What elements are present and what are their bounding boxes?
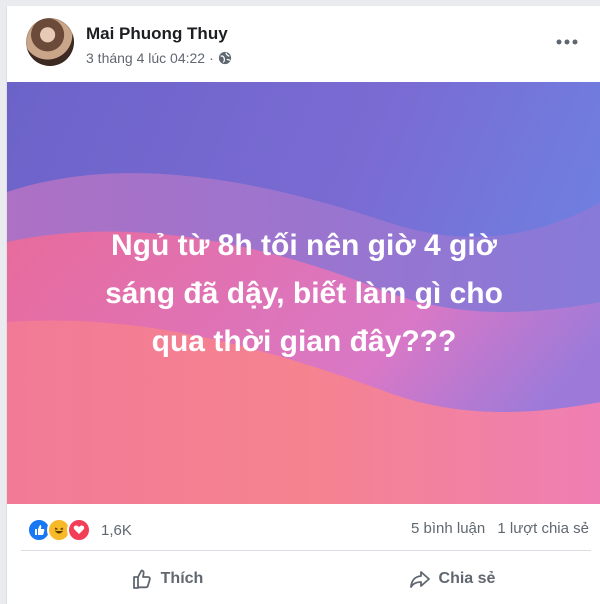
post-actions: Thích Chia sẻ xyxy=(7,552,600,604)
post-text: Ngủ từ 8h tối nên giờ 4 giờ sáng đã dậy,… xyxy=(7,222,600,366)
post-meta: 3 tháng 4 lúc 04:22 · xyxy=(86,50,232,66)
author-name[interactable]: Mai Phuong Thuy xyxy=(86,24,228,44)
thumbs-up-icon xyxy=(132,569,151,589)
like-button[interactable]: Thích xyxy=(117,560,217,598)
post-header: Mai Phuong Thuy 3 tháng 4 lúc 04:22 · xyxy=(7,6,600,82)
meta-separator: · xyxy=(209,50,214,66)
post-card: Mai Phuong Thuy 3 tháng 4 lúc 04:22 · Ng… xyxy=(6,6,600,604)
more-options-button[interactable] xyxy=(547,26,587,58)
share-button[interactable]: Chia sẻ xyxy=(397,560,507,598)
post-timestamp[interactable]: 3 tháng 4 lúc 04:22 xyxy=(86,50,205,66)
share-count[interactable]: 1 lượt chia sẻ xyxy=(497,520,589,537)
post-text-line: sáng đã dậy, biết làm gì cho xyxy=(105,277,503,310)
share-label: Chia sẻ xyxy=(438,570,496,587)
globe-icon[interactable] xyxy=(218,51,232,65)
like-label: Thích xyxy=(160,570,204,587)
divider xyxy=(21,550,591,551)
love-icon xyxy=(67,518,91,542)
post-background[interactable]: Ngủ từ 8h tối nên giờ 4 giờ sáng đã dậy,… xyxy=(7,82,600,504)
comment-count[interactable]: 5 bình luận xyxy=(411,520,485,537)
post-stats: 1,6K 5 bình luận 1 lượt chia sẻ xyxy=(7,506,600,550)
reactions-summary[interactable]: 1,6K xyxy=(27,518,132,542)
share-arrow-icon xyxy=(409,571,430,588)
avatar[interactable] xyxy=(26,18,74,66)
more-options-icon xyxy=(556,39,578,45)
engagement-counts: 5 bình luận 1 lượt chia sẻ xyxy=(403,520,589,537)
post-text-line: Ngủ từ 8h tối nên giờ 4 giờ xyxy=(110,229,498,262)
reaction-count: 1,6K xyxy=(101,521,132,539)
post-text-line: qua thời gian đây??? xyxy=(151,325,457,358)
